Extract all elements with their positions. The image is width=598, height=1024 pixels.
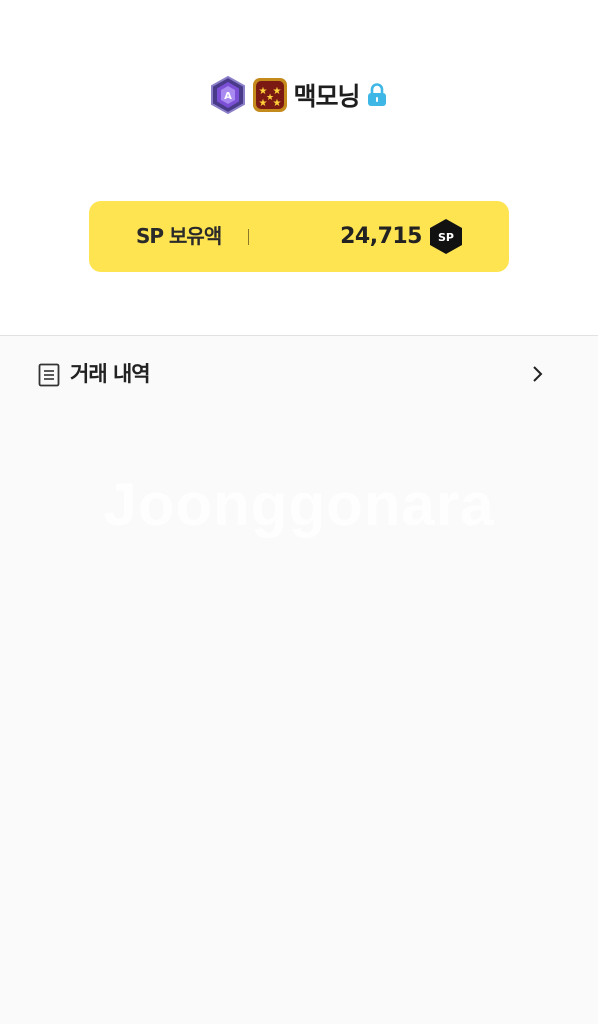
nickname: 맥모닝 (293, 82, 360, 111)
profile-header: A ★ ★ ★ ★ ★ 맥모닝 (0, 74, 598, 116)
watermark: Joonggonara (103, 471, 495, 538)
sp-balance-card: SP 보유액 24,715 SP (89, 201, 509, 272)
transaction-history-row[interactable]: 거래 내역 (0, 336, 598, 412)
svg-text:A: A (225, 91, 233, 102)
svg-text:★: ★ (266, 93, 274, 103)
purple-hexagon-grade-icon: A (210, 75, 246, 115)
document-list-icon (38, 363, 60, 387)
transaction-history-label: 거래 내역 (70, 362, 151, 386)
svg-text:SP: SP (438, 231, 454, 244)
sp-coin-icon: SP (429, 218, 463, 255)
profile-section: A ★ ★ ★ ★ ★ 맥모닝 SP 보유액 24,715 SP (0, 0, 598, 336)
chevron-right-icon (531, 364, 545, 384)
divider (248, 229, 249, 245)
sp-balance-amount: 24,715 (340, 224, 422, 249)
sp-balance-label: SP 보유액 (136, 224, 222, 248)
lock-icon (366, 82, 388, 108)
five-star-rank-badge-icon: ★ ★ ★ ★ ★ (252, 77, 288, 113)
